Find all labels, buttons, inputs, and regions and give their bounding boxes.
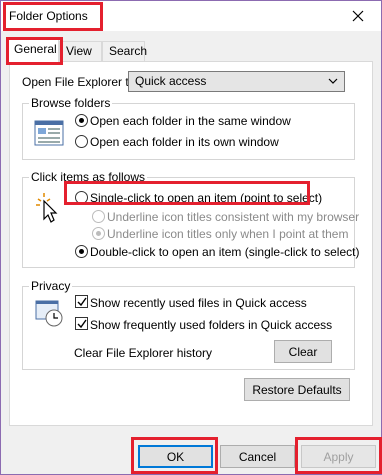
folder-window-icon [34, 120, 64, 146]
recent-files-checkbox[interactable] [75, 295, 88, 308]
open-explorer-value: Quick access [135, 74, 207, 88]
double-click-radio[interactable] [75, 245, 88, 258]
clear-button[interactable]: Clear [274, 340, 332, 363]
tab-view[interactable]: View [59, 41, 102, 61]
double-click-label: Double-click to open an item (single-cli… [90, 245, 360, 259]
underline-point-radio[interactable] [92, 227, 105, 240]
tab-highlight [6, 37, 63, 65]
privacy-clock-icon [35, 300, 63, 327]
browse-own-window-radio[interactable] [75, 135, 88, 148]
open-explorer-select[interactable]: Quick access [128, 71, 345, 92]
frequent-folders-label: Show frequently used folders in Quick ac… [90, 318, 333, 332]
apply-highlight [295, 437, 382, 474]
privacy-title: Privacy [29, 279, 73, 293]
browse-own-window-label: Open each folder in its own window [90, 135, 279, 149]
underline-browser-label: Underline icon titles consistent with my… [107, 210, 360, 224]
cancel-button[interactable]: Cancel [220, 445, 295, 468]
frequent-folders-checkbox[interactable] [75, 317, 88, 330]
ok-highlight [131, 437, 218, 474]
title-highlight [3, 2, 103, 31]
cancel-button-label: Cancel [238, 449, 277, 464]
browse-same-window-radio[interactable] [75, 114, 88, 127]
single-click-highlight [64, 181, 310, 205]
clear-history-label: Clear File Explorer history [74, 346, 213, 360]
browse-same-window-label: Open each folder in the same window [90, 114, 291, 128]
tab-search-label: Search [109, 44, 148, 58]
close-button[interactable] [335, 1, 381, 31]
open-explorer-label: Open File Explorer to: [22, 75, 139, 89]
tab-view-label: View [66, 44, 92, 58]
checkmark-icon [77, 319, 87, 329]
folder-options-dialog: Folder Options General View Search Open … [0, 0, 382, 475]
restore-defaults-label: Restore Defaults [252, 382, 342, 397]
restore-defaults-button[interactable]: Restore Defaults [244, 378, 350, 401]
underline-point-label: Underline icon titles only when I point … [107, 227, 349, 241]
recent-files-label: Show recently used files in Quick access [90, 296, 307, 310]
tab-search[interactable]: Search [102, 41, 148, 61]
pointer-click-icon [36, 193, 58, 223]
close-icon [352, 10, 364, 22]
checkmark-icon [77, 297, 87, 307]
underline-browser-radio[interactable] [92, 210, 105, 223]
clear-button-label: Clear [288, 344, 318, 359]
chevron-down-icon [328, 78, 338, 84]
browse-folders-title: Browse folders [29, 96, 113, 110]
browse-folders-group [22, 103, 355, 160]
